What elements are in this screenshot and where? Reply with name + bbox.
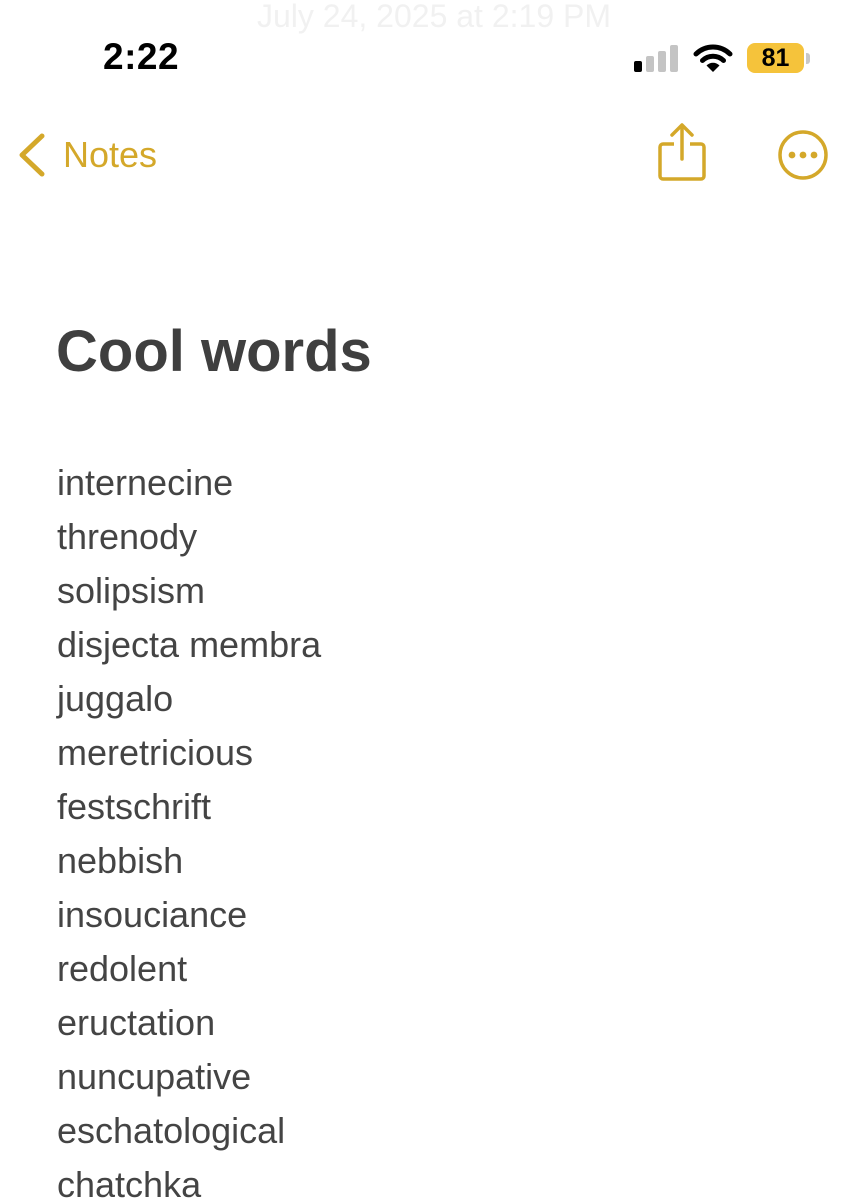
note-line[interactable]: juggalo — [57, 672, 321, 726]
more-options-button[interactable] — [777, 129, 829, 181]
note-line[interactable]: disjecta membra — [57, 618, 321, 672]
ellipsis-circle-icon — [777, 130, 829, 185]
note-line[interactable]: eructation — [57, 996, 321, 1050]
note-line[interactable]: redolent — [57, 942, 321, 996]
note-line[interactable]: threnody — [57, 510, 321, 564]
note-line[interactable]: festschrift — [57, 780, 321, 834]
share-icon — [656, 123, 708, 186]
note-line[interactable]: meretricious — [57, 726, 321, 780]
battery-indicator: 81 — [747, 43, 811, 73]
battery-level: 81 — [747, 43, 804, 73]
notes-screen: July 24, 2025 at 2:19 PM 2:22 81 Notes C… — [0, 0, 868, 1200]
share-button[interactable] — [656, 122, 708, 182]
signal-bar — [634, 61, 642, 72]
signal-bar — [658, 51, 666, 72]
back-to-notes-button[interactable]: Notes — [17, 130, 157, 180]
wifi-icon — [693, 42, 733, 74]
note-date-faded: July 24, 2025 at 2:19 PM — [257, 0, 611, 34]
status-bar-time: 2:22 — [103, 36, 180, 77]
note-line[interactable]: insouciance — [57, 888, 321, 942]
signal-bar — [646, 56, 654, 72]
note-line[interactable]: eschatological — [57, 1104, 321, 1158]
chevron-left-icon — [17, 133, 47, 177]
signal-bar — [670, 45, 678, 72]
battery-cap — [806, 53, 810, 64]
note-line[interactable]: solipsism — [57, 564, 321, 618]
note-line[interactable]: nuncupative — [57, 1050, 321, 1104]
note-line[interactable]: nebbish — [57, 834, 321, 888]
note-title[interactable]: Cool words — [56, 318, 372, 385]
back-button-label: Notes — [63, 134, 158, 175]
note-line[interactable]: chatchka — [57, 1158, 321, 1200]
cellular-signal-icon — [634, 44, 678, 72]
note-body[interactable]: internecine threnody solipsism disjecta … — [57, 456, 321, 1200]
note-line[interactable]: internecine — [57, 456, 321, 510]
